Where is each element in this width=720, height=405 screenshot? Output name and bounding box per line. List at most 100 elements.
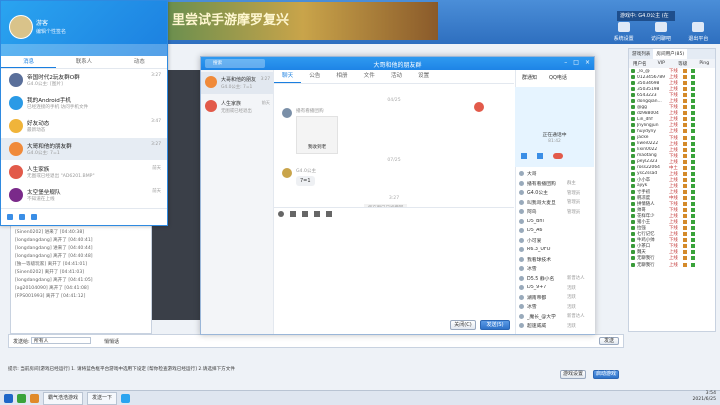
room-user-list[interactable]: 游戏列表 房间用户(85) 用户名 VIP 等级 Ping _lo_@ 下线 012… (628, 48, 716, 332)
mic-icon[interactable] (521, 153, 527, 159)
start-icon[interactable] (4, 393, 13, 403)
send-message-button[interactable]: 发送(S) (480, 320, 510, 330)
send-button[interactable]: 发送 (599, 337, 619, 345)
member-row[interactable]: R6.3_UFO (515, 245, 594, 255)
conversation-item[interactable]: 太空堡垒舰队 不知道在上线 前天 (1, 184, 167, 206)
member-avatar (519, 266, 524, 272)
visit-chat-button[interactable]: 访问聊吧 (651, 22, 671, 42)
member-row[interactable]: 超速威威 活跃 (515, 321, 594, 331)
avatar[interactable] (474, 102, 484, 112)
level-icon (683, 147, 687, 152)
message-input-area[interactable]: 关闭(C) 发送(S) (274, 207, 514, 334)
hangup-icon[interactable] (553, 153, 563, 159)
mic-icon[interactable] (326, 211, 332, 217)
user-icon (631, 171, 635, 176)
avatar[interactable] (9, 15, 33, 39)
avatar[interactable] (282, 108, 292, 118)
conversation-item[interactable]: 好友动态 最新动态 3:47 (1, 115, 167, 137)
member-list[interactable]: 大哥 播有看播团购 群主 G4.0公主 管理员 叫我哥大麦旦 管理员 阿鸟 管理员 D5_Bhi D… (515, 169, 594, 333)
ping-icon (691, 177, 695, 182)
menu-icon[interactable] (7, 214, 13, 220)
conversation-item[interactable]: 帝国时代2玩友群O群 G4.0公主: [图片] 3:27 (1, 69, 167, 91)
app-icon[interactable] (17, 393, 26, 403)
tab-chat[interactable]: 聊天 (274, 70, 302, 83)
speaker-icon[interactable] (537, 153, 543, 159)
maximize-icon[interactable]: □ (573, 59, 579, 66)
sidebar-conversation-time: 前天 (261, 100, 270, 105)
exit-button[interactable]: 退出平台 (688, 22, 708, 42)
send-target-select[interactable]: 所有人 (31, 337, 91, 344)
level-icon (683, 208, 687, 213)
tab-files[interactable]: 文件 (356, 70, 383, 83)
gear-icon (617, 22, 630, 32)
tab-qq-call[interactable]: QQ电话 (543, 72, 573, 85)
member-row[interactable]: 冰雪 活跃 (515, 302, 594, 312)
qq-signature[interactable]: 编辑个性签名 (36, 28, 66, 35)
member-row[interactable]: 大哥 (515, 169, 594, 179)
qq-icon[interactable] (121, 393, 131, 403)
tab-settings[interactable]: 设置 (410, 70, 437, 83)
member-row[interactable]: D5_A6 (515, 226, 594, 236)
sidebar-conversation[interactable]: 人生家族 无图或已经退出 前天 (201, 96, 273, 118)
contacts-icon[interactable] (19, 214, 25, 220)
user-icon (631, 262, 635, 267)
tab-notice[interactable]: 公告 (301, 70, 328, 83)
game-settings-button[interactable]: 游戏设置 (560, 370, 586, 379)
member-name: D5.5 静小名 (527, 276, 555, 282)
voice-count: 81:42 (548, 139, 561, 144)
member-row[interactable]: 冰雪 (515, 264, 594, 274)
ping-icon (691, 165, 695, 170)
avatar[interactable] (282, 168, 292, 178)
qq-search-bar[interactable] (1, 44, 167, 56)
ping-icon (691, 99, 695, 104)
conversation-item[interactable]: 我的Android手机 已经连接的手机 访问手机文件 (1, 92, 167, 114)
sticker-image[interactable]: 我收到老 (296, 116, 338, 154)
conversation-item[interactable]: 大哥和他的朋友群 G4.0公主: 7=1 3:27 (1, 138, 167, 160)
member-row[interactable]: 叫我哥大麦旦 管理员 (515, 198, 594, 208)
user-icon (631, 250, 635, 255)
scissors-icon[interactable] (290, 211, 296, 217)
member-row[interactable]: 湖南帝都 活跃 (515, 293, 594, 303)
taskbar-app[interactable]: 霸气浩浩游戏 (43, 391, 84, 405)
tab-contacts[interactable]: 联系人 (56, 56, 111, 68)
member-row[interactable]: G4.0公主 管理员 (515, 188, 594, 198)
member-row[interactable]: D5.5 静小名 新晋达人 (515, 274, 594, 284)
member-row[interactable]: 小可爱 (515, 236, 594, 246)
tab-album[interactable]: 相册 (328, 70, 355, 83)
member-row[interactable]: 我看球技术 (515, 255, 594, 265)
user-name: 6543223 (637, 92, 657, 98)
close-chat-button[interactable]: 关闭(C) (450, 320, 476, 330)
conversation-item[interactable]: 人生家族 无图或已经退出 "AD6201.BMP" 前天 (1, 161, 167, 183)
tab-group-notice[interactable]: 群通知 (516, 72, 543, 85)
app-icon[interactable] (30, 393, 39, 403)
tab-game-list[interactable]: 游戏列表 (629, 49, 653, 59)
user-name: ross22064 (637, 165, 660, 171)
user-row[interactable]: 无聊我行 上线 (629, 262, 715, 268)
image-icon[interactable] (314, 211, 320, 217)
close-icon[interactable]: × (585, 59, 590, 66)
settings-button[interactable]: 系统设置 (614, 22, 634, 42)
tab-messages[interactable]: 消息 (1, 56, 57, 68)
start-game-button[interactable]: 启动游戏 (593, 370, 619, 379)
user-name: Lin_dhf (637, 116, 653, 122)
user-icon (631, 238, 635, 243)
tab-activity[interactable]: 活动 (383, 70, 410, 83)
minimize-icon[interactable]: – (564, 59, 567, 66)
member-row[interactable]: _魔长_@大学 新晋达人 (515, 312, 594, 322)
member-row[interactable]: D5_Bhi (515, 217, 594, 227)
user-icon (631, 75, 635, 80)
emoji-icon[interactable] (278, 211, 284, 217)
whisper-checkbox[interactable]: 悄悄话 (104, 338, 119, 345)
folder-icon[interactable] (302, 211, 308, 217)
member-row[interactable]: D5_9+7 活跃 (515, 283, 594, 293)
file-icon[interactable] (31, 214, 37, 220)
conversation-title: 大哥和他的朋友群 (27, 144, 72, 150)
member-row[interactable]: 播有看播团购 群主 (515, 179, 594, 189)
member-row[interactable]: 阿鸟 管理员 (515, 207, 594, 217)
sidebar-conversation[interactable]: 大哥和他的朋友 G4.0公主: 7=1 3:27 (201, 72, 273, 94)
conversation-avatar (205, 100, 217, 112)
ping-icon (691, 93, 695, 98)
taskbar-app[interactable]: 发送一下 (87, 391, 118, 405)
tab-dynamics[interactable]: 动态 (112, 56, 167, 68)
tab-room-users[interactable]: 房间用户(85) (653, 49, 688, 59)
